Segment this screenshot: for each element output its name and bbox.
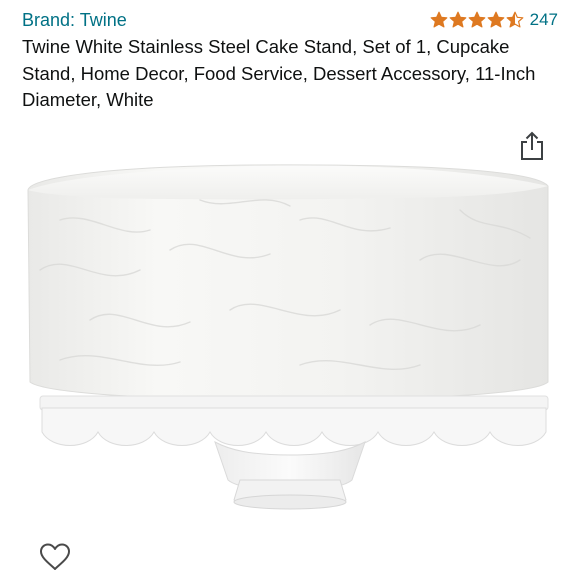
star-half-icon	[506, 11, 524, 28]
heart-outline-icon	[38, 542, 72, 577]
rating-count: 247	[529, 10, 558, 29]
rating-summary[interactable]: 247	[430, 10, 558, 30]
star-rating	[430, 11, 524, 29]
product-image[interactable]	[0, 150, 580, 540]
brand-link[interactable]: Brand: Twine	[22, 10, 127, 31]
star-full-icon	[430, 11, 448, 28]
wishlist-button[interactable]	[36, 541, 74, 577]
star-full-icon	[487, 11, 505, 28]
star-full-icon	[449, 11, 467, 28]
product-header: Brand: Twine 247	[22, 6, 558, 34]
product-title: Twine White Stainless Steel Cake Stand, …	[22, 36, 536, 110]
star-full-icon	[468, 11, 486, 28]
